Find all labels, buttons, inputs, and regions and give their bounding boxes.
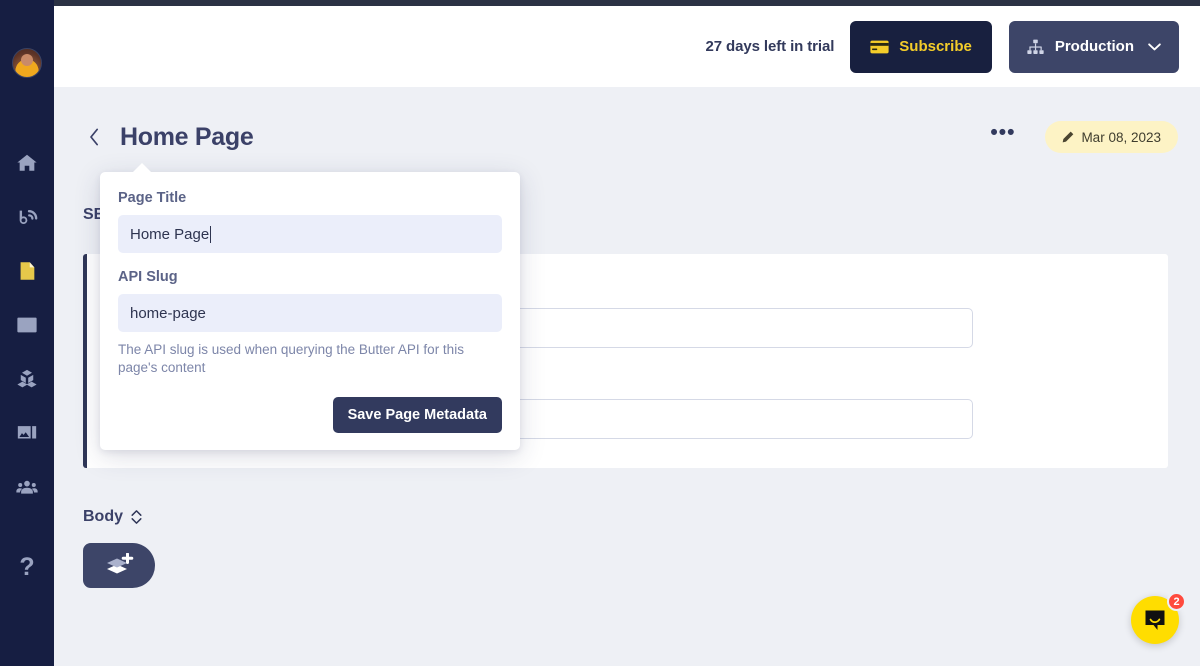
pencil-icon [1063,131,1074,143]
sidebar-item-media[interactable] [0,406,54,460]
page-document-icon [20,262,35,280]
environment-selector-button[interactable]: Production [1008,20,1179,73]
api-slug-help-text: The API slug is used when querying the B… [118,342,464,375]
overflow-menu-icon[interactable]: ••• [990,122,1015,146]
api-slug-input[interactable]: home-page [118,294,502,332]
save-page-metadata-button[interactable]: Save Page Metadata [332,397,502,433]
collections-table-icon [17,317,37,333]
page-title-input-value: Home Page [130,225,210,243]
add-content-block-button[interactable] [83,543,155,588]
app-root: ? 27 days left in trial Subscribe Produc… [0,0,1200,666]
chat-bubble-icon [1145,610,1165,630]
help-question-mark-icon: ? [19,552,35,581]
environment-label: Production [1054,38,1134,55]
page-header-actions: ••• Mar 08, 2023 [990,121,1200,153]
trial-status-text: 27 days left in trial [705,38,835,55]
chevron-left-icon [89,128,98,146]
blog-rss-icon [19,210,38,225]
seo-card-accent-bar [83,254,87,468]
sitemap-icon [1027,39,1044,54]
publish-date-badge[interactable]: Mar 08, 2023 [1045,121,1178,153]
back-button[interactable] [85,125,103,149]
chevron-down-icon [1148,42,1161,50]
media-image-icon [17,426,37,439]
sidebar-item-help[interactable]: ? [0,540,54,594]
text-caret [210,225,212,243]
sidebar-item-collections[interactable] [0,298,54,352]
popover-arrow [132,163,152,173]
sidebar-item-pages[interactable] [0,244,54,298]
sidebar-item-home[interactable] [0,136,54,190]
sidebar-item-blog[interactable] [0,190,54,244]
subscribe-button[interactable]: Subscribe [850,20,992,73]
api-slug-field-label: API Slug [118,269,178,285]
sidebar-item-components[interactable] [0,352,54,406]
publish-date-text: Mar 08, 2023 [1081,129,1161,145]
home-icon [17,154,37,171]
left-sidebar: ? [0,0,54,666]
body-section-label: Body [83,508,123,525]
sidebar-item-team[interactable] [0,460,54,514]
team-users-icon [16,480,38,494]
page-title-input[interactable]: Home Page [118,215,502,253]
sort-up-down-icon[interactable] [131,509,142,525]
sidebar-nav: ? [0,136,54,594]
body-section-header: Body [83,508,142,526]
page-metadata-popover: Page Title Home Page API Slug home-page … [100,163,520,450]
page-title-field-label: Page Title [118,190,187,206]
components-blocks-icon [17,369,37,388]
chat-unread-badge: 2 [1167,592,1186,611]
top-header-bar: 27 days left in trial Subscribe Producti… [54,6,1200,87]
subscribe-label: Subscribe [899,38,972,55]
credit-card-icon [870,40,889,53]
page-title: Home Page [120,122,254,151]
api-slug-input-value: home-page [130,304,206,322]
avatar[interactable] [12,48,42,78]
page-header-row: Home Page ••• Mar 08, 2023 [54,110,1200,164]
add-layers-icon [107,552,134,573]
